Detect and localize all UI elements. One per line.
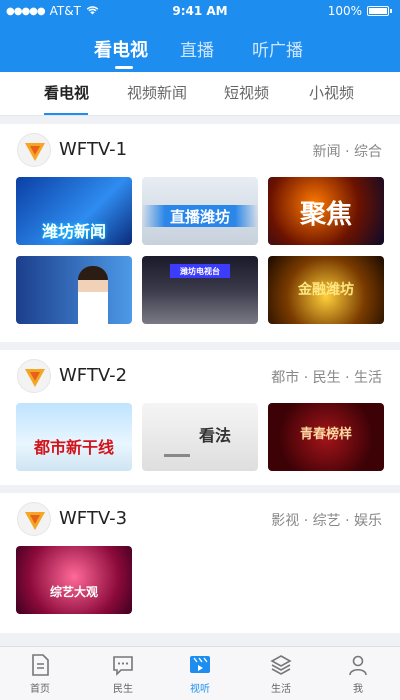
thumbnail-caption: 潍坊电视台 <box>170 264 230 278</box>
layers-icon <box>270 655 292 675</box>
top-tab-live[interactable]: 直播 <box>180 36 214 61</box>
video-thumbnail[interactable]: 聚焦 <box>268 177 384 245</box>
sub-tab-short-video[interactable]: 短视频 <box>224 82 269 103</box>
nav-audiovisual[interactable]: 视听 <box>170 647 230 700</box>
news-anchor-figure <box>78 266 108 324</box>
top-tab-radio[interactable]: 听广播 <box>252 36 303 61</box>
nav-me[interactable]: 我 <box>328 647 388 700</box>
bottom-tab-bar: 首页 民生 视听 生活 我 <box>0 646 400 700</box>
video-thumbnail[interactable]: 综艺大观 <box>16 546 132 614</box>
channel-section-wftv3: WFTV-3 影视 · 综艺 · 娱乐 综艺大观 <box>0 493 400 633</box>
thumbnail-caption: 直播潍坊 <box>142 205 258 227</box>
nav-label: 民生 <box>113 684 133 695</box>
thumbnail-caption: 都市新干线 <box>33 438 114 457</box>
video-thumbnail[interactable] <box>16 256 132 324</box>
app-header: ●●●●● AT&T 9:41 AM 100% 看电视 直播 听广播 <box>0 0 400 72</box>
channel-header[interactable]: WFTV-3 影视 · 综艺 · 娱乐 <box>0 493 400 545</box>
video-thumbnail[interactable]: 金融潍坊 <box>268 256 384 324</box>
nav-label: 首页 <box>30 684 50 695</box>
video-thumbnail[interactable]: 潍坊电视台 <box>142 256 258 324</box>
channel-logo-icon <box>17 359 51 393</box>
video-thumbnail[interactable]: 看法 <box>142 403 258 471</box>
top-tab-indicator <box>115 66 133 69</box>
sub-tab-watch-tv[interactable]: 看电视 <box>44 82 89 103</box>
status-right: 100% <box>328 4 392 18</box>
channel-section-wftv2: WFTV-2 都市 · 民生 · 生活 都市新干线 看法 青春榜样 <box>0 350 400 485</box>
channel-header[interactable]: WFTV-2 都市 · 民生 · 生活 <box>0 350 400 402</box>
battery-percent: 100% <box>327 4 362 18</box>
battery-nub <box>390 9 392 13</box>
thumbnail-caption: 潍坊新闻 <box>41 222 106 241</box>
nav-label: 生活 <box>271 684 291 695</box>
nav-label: 我 <box>353 684 363 695</box>
battery-icon <box>367 6 389 16</box>
sub-tab-indicator <box>44 113 88 115</box>
channel-name: WFTV-3 <box>59 508 128 529</box>
video-thumbnail[interactable]: 都市新干线 <box>16 403 132 471</box>
channel-tags: 都市 · 民生 · 生活 <box>271 370 382 386</box>
video-thumbnail[interactable]: 潍坊新闻 <box>16 177 132 245</box>
document-icon <box>32 654 49 676</box>
channel-tags: 新闻 · 综合 <box>312 144 382 160</box>
top-tab-watch-tv[interactable]: 看电视 <box>94 36 148 62</box>
nav-label: 视听 <box>190 684 210 695</box>
nav-life[interactable]: 生活 <box>251 647 311 700</box>
thumbnail-caption: 看法 <box>198 426 231 445</box>
channel-section-wftv1: WFTV-1 新闻 · 综合 潍坊新闻 直播潍坊 聚焦 潍坊电视台 金融潍坊 <box>0 124 400 342</box>
thumbnail-caption: 综艺大观 <box>49 584 98 599</box>
channel-logo-icon <box>17 133 51 167</box>
thumbnail-caption: 聚焦 <box>299 199 352 230</box>
video-thumbnail[interactable]: 青春榜样 <box>268 403 384 471</box>
channel-name: WFTV-2 <box>59 365 128 386</box>
channel-logo-icon <box>17 502 51 536</box>
top-tab-bar: 看电视 直播 听广播 <box>0 28 400 72</box>
nav-home[interactable]: 首页 <box>10 647 70 700</box>
video-icon <box>190 656 210 673</box>
sub-tab-video-news[interactable]: 视频新闻 <box>127 82 187 103</box>
nav-livelihood[interactable]: 民生 <box>93 647 153 700</box>
sub-tab-mini-video[interactable]: 小视频 <box>309 82 354 103</box>
channel-tags: 影视 · 综艺 · 娱乐 <box>271 513 382 529</box>
channel-header[interactable]: WFTV-1 新闻 · 综合 <box>0 124 400 176</box>
thumbnail-caption: 青春榜样 <box>299 426 352 442</box>
thumbnail-caption: 金融潍坊 <box>298 282 354 298</box>
user-icon <box>349 655 367 676</box>
channel-name: WFTV-1 <box>59 139 128 160</box>
chat-icon <box>113 656 133 676</box>
video-thumbnail[interactable]: 直播潍坊 <box>142 177 258 245</box>
status-bar: ●●●●● AT&T 9:41 AM 100% <box>0 0 400 22</box>
sub-tab-bar: 看电视 视频新闻 短视频 小视频 <box>0 72 400 116</box>
